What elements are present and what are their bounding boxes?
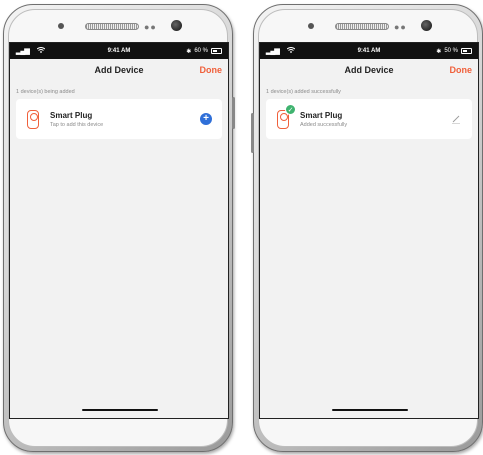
device-name: Smart Plug xyxy=(300,110,343,120)
check-badge-icon: ✓ xyxy=(285,103,296,115)
device-icon-wrap xyxy=(27,109,39,129)
smart-plug-icon xyxy=(27,109,39,129)
app-screen-left: ▂▄▆ 9:41 AM ✱ 60 % Add Device Done 1 dev… xyxy=(9,42,229,419)
speaker-dots: ●● xyxy=(394,22,407,32)
app-screen-right: ▂▄▆ 9:41 AM ✱ 50 % Add Device Done 1 dev… xyxy=(259,42,479,419)
status-bar: ▂▄▆ 9:41 AM ✱ 60 % xyxy=(10,43,228,59)
status-time: 9:41 AM xyxy=(357,48,381,54)
device-subtitle: Tap to add this device xyxy=(50,121,104,128)
stage: ●● ▂▄▆ 9:41 AM ✱ 60 % Add Device Done 1 xyxy=(0,0,483,455)
phone-frame-right: ●● ▂▄▆ 9:41 AM ✱ 50 % Add Device Done 1 xyxy=(251,4,483,452)
front-camera xyxy=(421,20,432,31)
side-button xyxy=(232,97,235,129)
status-time: 9:41 AM xyxy=(107,48,131,54)
section-header: 1 device(s) being added xyxy=(16,89,75,95)
side-button xyxy=(251,113,254,153)
device-info: Smart Plug Added successfully xyxy=(300,111,347,128)
status-bar: ▂▄▆ 9:41 AM ✱ 50 % xyxy=(260,43,478,59)
device-subtitle: Added successfully xyxy=(300,121,348,128)
device-icon-wrap: ✓ xyxy=(277,103,296,129)
plus-circle-icon[interactable]: + xyxy=(200,113,212,125)
device-info: Smart Plug Tap to add this device xyxy=(50,111,103,128)
page-title: Add Device xyxy=(344,65,394,75)
done-button[interactable]: Done xyxy=(450,65,473,75)
section-header: 1 device(s) added successfully xyxy=(266,89,341,95)
earpiece-speaker xyxy=(335,23,389,30)
proximity-sensor xyxy=(58,23,64,29)
page-title: Add Device xyxy=(94,65,144,75)
phone-frame-left: ●● ▂▄▆ 9:41 AM ✱ 60 % Add Device Done 1 xyxy=(3,4,235,452)
done-button[interactable]: Done xyxy=(200,65,223,75)
speaker-dots: ●● xyxy=(144,22,157,32)
nav-bar: Add Device Done xyxy=(260,59,478,81)
proximity-sensor xyxy=(308,23,314,29)
earpiece-speaker xyxy=(85,23,139,30)
nav-bar: Add Device Done xyxy=(10,59,228,81)
device-name: Smart Plug xyxy=(50,110,93,120)
device-card[interactable]: Smart Plug Tap to add this device + xyxy=(16,99,222,139)
device-card[interactable]: ✓ Smart Plug Added successfully xyxy=(266,99,472,139)
home-indicator[interactable] xyxy=(82,408,158,411)
front-camera xyxy=(171,20,182,31)
home-indicator[interactable] xyxy=(332,408,408,411)
edit-pencil-icon[interactable] xyxy=(450,113,462,125)
